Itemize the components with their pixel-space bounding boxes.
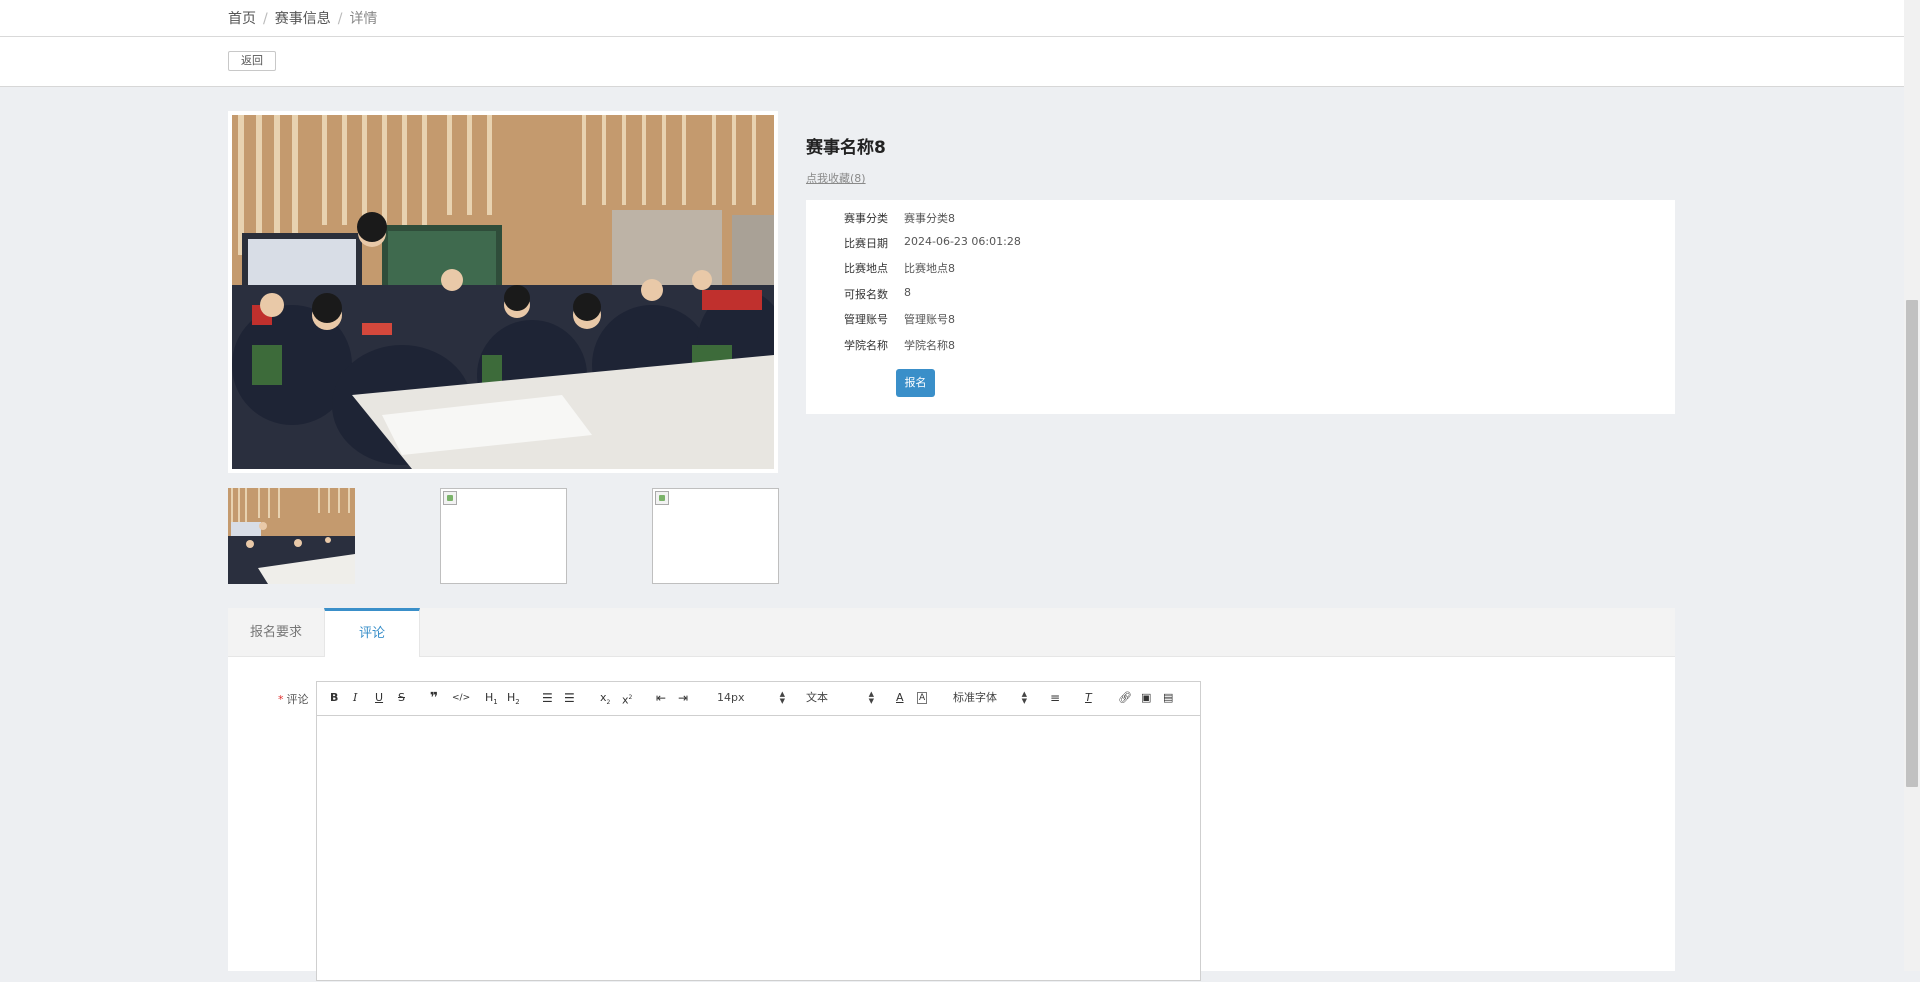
event-title: 赛事名称8 [806, 138, 886, 158]
blockquote-icon[interactable]: ❞ [430, 691, 438, 705]
info-value: 2024-06-23 06:01:28 [904, 235, 1021, 248]
heading-2-icon[interactable]: H2 [507, 691, 520, 706]
broken-image-icon [655, 491, 669, 505]
thumbnail-2[interactable] [440, 488, 567, 584]
scrollbar-thumb[interactable] [1906, 300, 1918, 787]
link-icon[interactable]: 🔗︎ [1118, 691, 1132, 705]
info-label: 比赛日期 [844, 237, 888, 250]
strikethrough-icon[interactable]: S [398, 691, 405, 705]
breadcrumb-separator: / [337, 11, 343, 27]
tab-requirements[interactable]: 报名要求 [228, 608, 324, 657]
detail-tabs: 报名要求 评论 [228, 608, 1675, 657]
info-value: 8 [904, 286, 911, 299]
image-icon[interactable]: ▣ [1141, 691, 1151, 705]
indent-icon[interactable]: ⇥ [678, 691, 688, 705]
align-icon[interactable]: ≡ [1050, 691, 1060, 705]
event-info-panel: 赛事分类 赛事分类8 比赛日期 2024-06-23 06:01:28 比赛地点… [806, 200, 1675, 414]
font-size-select[interactable]: 14px ▲ ▼ [717, 691, 785, 705]
breadcrumb-home[interactable]: 首页 [228, 11, 256, 27]
editor-toolbar: B I U S ❞ </> H1 H2 ☰ ☰ x2 x2 ⇤ ⇥ 14px ▲ ▼… [317, 682, 1200, 716]
info-label: 赛事分类 [844, 212, 888, 225]
editor-body[interactable] [317, 716, 1200, 982]
text-color-icon[interactable]: A [896, 691, 904, 705]
select-arrow-icon: ▲ ▼ [868, 690, 874, 705]
tab-content: * 评论 B I U S ❞ </> H1 H2 ☰ ☰ x2 x2 ⇤ ⇥ 14… [228, 657, 1675, 981]
rich-text-editor: B I U S ❞ </> H1 H2 ☰ ☰ x2 x2 ⇤ ⇥ 14px ▲ ▼… [316, 681, 1201, 981]
font-family-value: 标准字体 [953, 691, 997, 704]
back-button[interactable]: 返回 [228, 51, 276, 71]
breadcrumb-separator: / [263, 11, 268, 27]
text-style-select[interactable]: 文本 ▲ ▼ [806, 691, 874, 705]
comment-label: * 评论 [278, 691, 309, 707]
signup-button[interactable]: 报名 [896, 369, 935, 397]
info-value: 学院名称8 [904, 339, 955, 352]
info-label: 可报名数 [844, 288, 888, 301]
required-mark: * [278, 693, 284, 706]
broken-image-icon [443, 491, 457, 505]
info-label: 比赛地点 [844, 262, 888, 275]
video-icon[interactable]: ▤ [1163, 691, 1173, 705]
breadcrumb: 首页 / 赛事信息 / 详情 [228, 8, 377, 28]
breadcrumb-current: 详情 [349, 11, 378, 27]
breadcrumb-bar: 首页 / 赛事信息 / 详情 [0, 0, 1904, 37]
bold-icon[interactable]: B [330, 691, 338, 705]
background-color-icon[interactable]: A [917, 692, 928, 704]
code-block-icon[interactable]: </> [452, 691, 470, 705]
info-value: 比赛地点8 [904, 262, 955, 275]
thumbnail-photo [228, 488, 355, 584]
classroom-photo [232, 115, 774, 469]
heading-1-icon[interactable]: H1 [485, 691, 498, 706]
subscript-icon[interactable]: x2 [600, 691, 610, 706]
ordered-list-icon[interactable]: ☰ [542, 691, 553, 705]
tab-comments[interactable]: 评论 [324, 608, 420, 657]
clear-format-icon[interactable]: T [1085, 691, 1092, 705]
info-value: 赛事分类8 [904, 212, 955, 225]
info-value: 管理账号8 [904, 313, 955, 326]
info-label: 管理账号 [844, 313, 888, 326]
superscript-icon[interactable]: x2 [622, 691, 632, 707]
text-style-value: 文本 [806, 691, 828, 704]
thumbnail-1[interactable] [228, 488, 355, 584]
back-bar: 返回 [0, 37, 1904, 87]
comment-label-text: 评论 [286, 693, 309, 706]
breadcrumb-section[interactable]: 赛事信息 [275, 11, 331, 27]
underline-icon[interactable]: U [375, 691, 383, 705]
main-event-image [228, 111, 778, 473]
font-size-value: 14px [717, 691, 745, 704]
info-label: 学院名称 [844, 339, 888, 352]
italic-icon[interactable]: I [353, 691, 357, 705]
select-arrow-icon: ▲ ▼ [1021, 690, 1027, 705]
bullet-list-icon[interactable]: ☰ [564, 691, 575, 705]
favorite-link[interactable]: 点我收藏(8) [806, 170, 866, 186]
thumbnail-3[interactable] [652, 488, 779, 584]
select-arrow-icon: ▲ ▼ [779, 690, 785, 705]
outdent-icon[interactable]: ⇤ [656, 691, 666, 705]
font-family-select[interactable]: 标准字体 ▲ ▼ [953, 691, 1027, 705]
